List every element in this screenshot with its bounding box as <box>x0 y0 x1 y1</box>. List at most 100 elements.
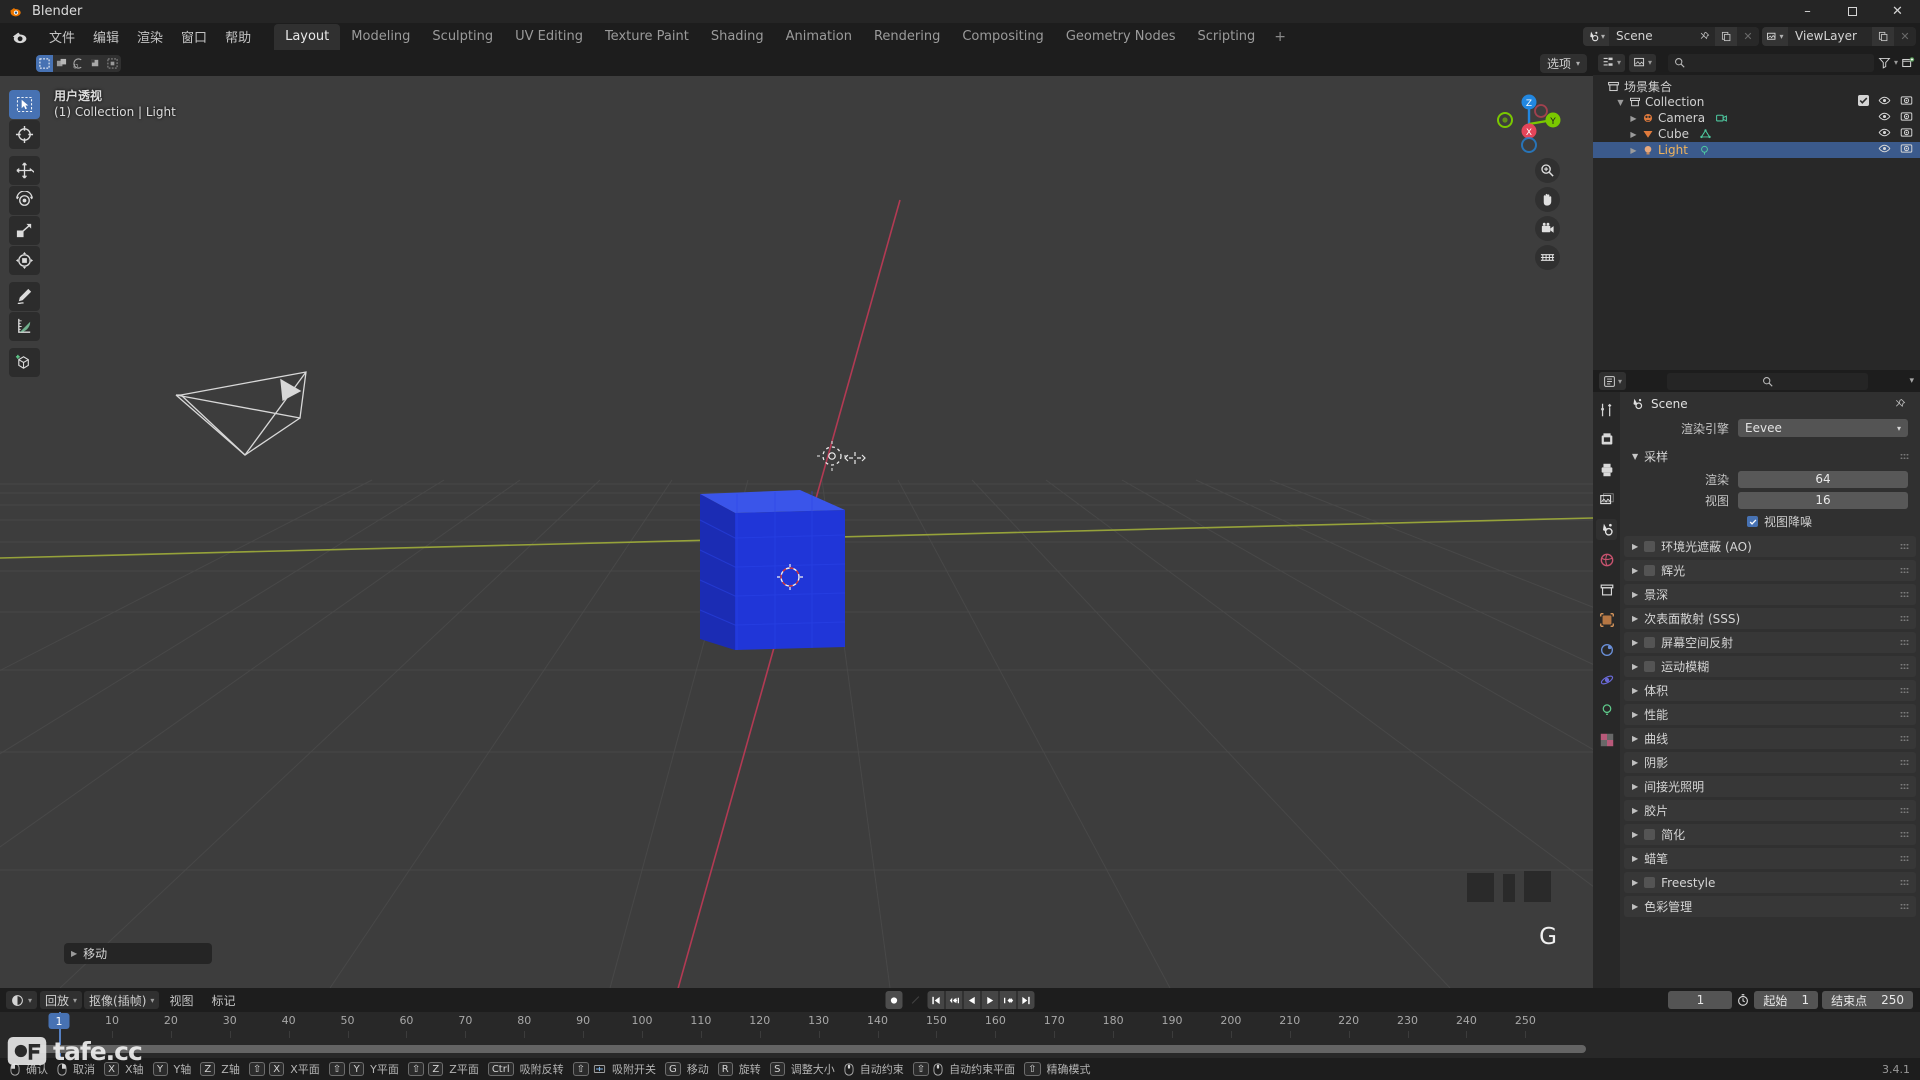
menu-item-4[interactable]: 帮助 <box>216 24 260 49</box>
rotate-tool[interactable] <box>9 186 40 215</box>
camera-data-icon[interactable] <box>1715 112 1728 125</box>
mesh-data-icon[interactable] <box>1699 128 1712 141</box>
outliner-row-scene-collection[interactable]: 场景集合 <box>1593 78 1920 94</box>
properties-section-5[interactable]: ▶ 运动模糊 <box>1624 656 1916 677</box>
workspace-tab-layout[interactable]: Layout <box>274 24 341 50</box>
prev-keyframe-button[interactable] <box>945 991 963 1009</box>
chevron-down-icon[interactable]: ▾ <box>1894 58 1898 67</box>
eye-icon[interactable] <box>1878 126 1891 142</box>
select-mode-invert[interactable] <box>87 55 104 72</box>
delete-viewlayer-button[interactable]: ✕ <box>1894 27 1916 46</box>
workspace-tab-compositing[interactable]: Compositing <box>951 24 1055 50</box>
move-tool[interactable] <box>9 156 40 185</box>
properties-editor-type-button[interactable]: ▾ <box>1599 372 1627 390</box>
properties-options-chevron-icon[interactable]: ▾ <box>1909 376 1914 386</box>
timeline-editor[interactable]: ▾ 回放 ▾ 抠像(插帧) ▾ 视图 标记 1 起始 1 结束点 250 1 1… <box>0 988 1920 1058</box>
properties-section-0[interactable]: ▶ 环境光遮蔽 (AO) <box>1624 536 1916 557</box>
workspace-tab-modeling[interactable]: Modeling <box>340 24 421 50</box>
sampling-viewport-value[interactable]: 16 <box>1738 491 1908 509</box>
pin-scene-icon[interactable] <box>1693 27 1715 46</box>
properties-section-6[interactable]: ▶ 体积 <box>1624 680 1916 701</box>
properties-section-12[interactable]: ▶ 简化 <box>1624 824 1916 845</box>
menu-item-1[interactable]: 编辑 <box>84 24 128 49</box>
physics-tab[interactable] <box>1596 669 1617 690</box>
measure-tool[interactable] <box>9 312 40 341</box>
data-tab[interactable] <box>1596 699 1617 720</box>
render-camera-icon[interactable] <box>1900 94 1913 110</box>
timeline-editor-type-button[interactable]: ▾ <box>6 991 38 1009</box>
outliner-row-cube[interactable]: ▶ Cube <box>1593 126 1920 142</box>
auto-key-options-icon[interactable] <box>907 991 924 1009</box>
new-scene-button[interactable] <box>1715 27 1737 46</box>
menu-item-3[interactable]: 窗口 <box>172 24 216 49</box>
section-enable-checkbox[interactable] <box>1644 877 1656 888</box>
properties-section-4[interactable]: ▶ 屏幕空间反射 <box>1624 632 1916 653</box>
outliner-row-collection[interactable]: ▼ Collection <box>1593 94 1920 110</box>
timeline-menu-2[interactable]: 视图 <box>161 992 201 1009</box>
light-data-icon[interactable] <box>1698 144 1711 157</box>
outliner-search-box[interactable] <box>1668 53 1874 72</box>
properties-section-7[interactable]: ▶ 性能 <box>1624 704 1916 725</box>
properties-section-15[interactable]: ▶ 色彩管理 <box>1624 896 1916 917</box>
timeline-scrollbar[interactable] <box>36 1045 1586 1053</box>
viewlayer-tab[interactable] <box>1596 489 1617 510</box>
render-camera-icon[interactable] <box>1900 142 1913 158</box>
section-enable-checkbox[interactable] <box>1644 661 1656 672</box>
blender-menu-icon[interactable] <box>10 28 32 46</box>
section-enable-checkbox[interactable] <box>1644 541 1656 552</box>
properties-section-13[interactable]: ▶ 蜡笔 <box>1624 848 1916 869</box>
select-mode-intersect[interactable] <box>104 55 121 72</box>
disclosure-triangle-icon[interactable]: ▶ <box>1627 114 1640 123</box>
pin-icon[interactable] <box>1894 398 1906 410</box>
filter-icon[interactable] <box>1878 56 1891 69</box>
render-engine-dropdown[interactable]: Eevee ▾ <box>1738 419 1908 437</box>
record-button[interactable] <box>885 991 903 1009</box>
disclosure-triangle-open-icon[interactable]: ▼ <box>1614 98 1627 107</box>
annotate-tool[interactable] <box>9 282 40 311</box>
eye-icon[interactable] <box>1878 94 1891 110</box>
timeline-menu-1[interactable]: 抠像(插帧) ▾ <box>84 991 160 1009</box>
zoom-icon[interactable] <box>1535 158 1560 183</box>
viewlayer-name[interactable]: ViewLayer <box>1788 27 1872 46</box>
close-button[interactable]: ✕ <box>1875 0 1920 23</box>
properties-section-14[interactable]: ▶ Freestyle <box>1624 872 1916 893</box>
maximize-button[interactable] <box>1830 0 1875 23</box>
new-viewlayer-button[interactable] <box>1872 27 1894 46</box>
render-camera-icon[interactable] <box>1900 126 1913 142</box>
playhead-label[interactable]: 1 <box>48 1013 70 1029</box>
workspace-tab-geometry-nodes[interactable]: Geometry Nodes <box>1055 24 1187 50</box>
workspace-tab-animation[interactable]: Animation <box>775 24 863 50</box>
new-collection-icon[interactable] <box>1901 56 1915 70</box>
scene-selector[interactable]: ▾ Scene ✕ <box>1583 27 1759 46</box>
render-camera-icon[interactable] <box>1900 110 1913 126</box>
transform-tool[interactable] <box>9 246 40 275</box>
workspace-tab-texture-paint[interactable]: Texture Paint <box>594 24 700 50</box>
sampling-panel-header[interactable]: ▼ 采样 <box>1624 446 1916 467</box>
render-tab[interactable] <box>1596 429 1617 450</box>
properties-section-1[interactable]: ▶ 辉光 <box>1624 560 1916 581</box>
play-reverse-button[interactable] <box>963 991 981 1009</box>
output-tab[interactable] <box>1596 459 1617 480</box>
properties-section-3[interactable]: ▶ 次表面散射 (SSS) <box>1624 608 1916 629</box>
viewlayer-selector[interactable]: ▾ ViewLayer ✕ <box>1762 27 1916 46</box>
outliner-editor[interactable]: ▾ ▾ ▾ 场景集合 ▼ Collection ▶ Camera ▶ Cube … <box>1593 50 1920 370</box>
3d-viewport[interactable]: 选项 ▾ Dx: -0 m Dy: 0 m Dz: 0 m (0 m) 用户透视… <box>0 50 1593 988</box>
outliner-row-camera[interactable]: ▶ Camera <box>1593 110 1920 126</box>
start-frame-field[interactable]: 起始 1 <box>1754 991 1819 1009</box>
exclude-checkbox[interactable] <box>1858 95 1869 109</box>
scene-tab[interactable] <box>1596 519 1617 540</box>
outliner-row-light[interactable]: ▶ Light <box>1593 142 1920 158</box>
stopwatch-icon[interactable] <box>1736 993 1750 1007</box>
timeline-menu-3[interactable]: 标记 <box>203 992 243 1009</box>
cursor-tool[interactable] <box>9 120 40 149</box>
outliner-editor-type-button[interactable]: ▾ <box>1598 53 1626 72</box>
object-tab[interactable] <box>1596 609 1617 630</box>
jump-to-start-button[interactable] <box>927 991 945 1009</box>
workspace-tab-sculpting[interactable]: Sculpting <box>421 24 504 50</box>
end-frame-field[interactable]: 结束点 250 <box>1822 991 1913 1009</box>
section-enable-checkbox[interactable] <box>1644 829 1656 840</box>
properties-section-2[interactable]: ▶ 景深 <box>1624 584 1916 605</box>
scene-name[interactable]: Scene <box>1609 27 1693 46</box>
menu-item-2[interactable]: 渲染 <box>128 24 172 49</box>
world-tab[interactable] <box>1596 549 1617 570</box>
